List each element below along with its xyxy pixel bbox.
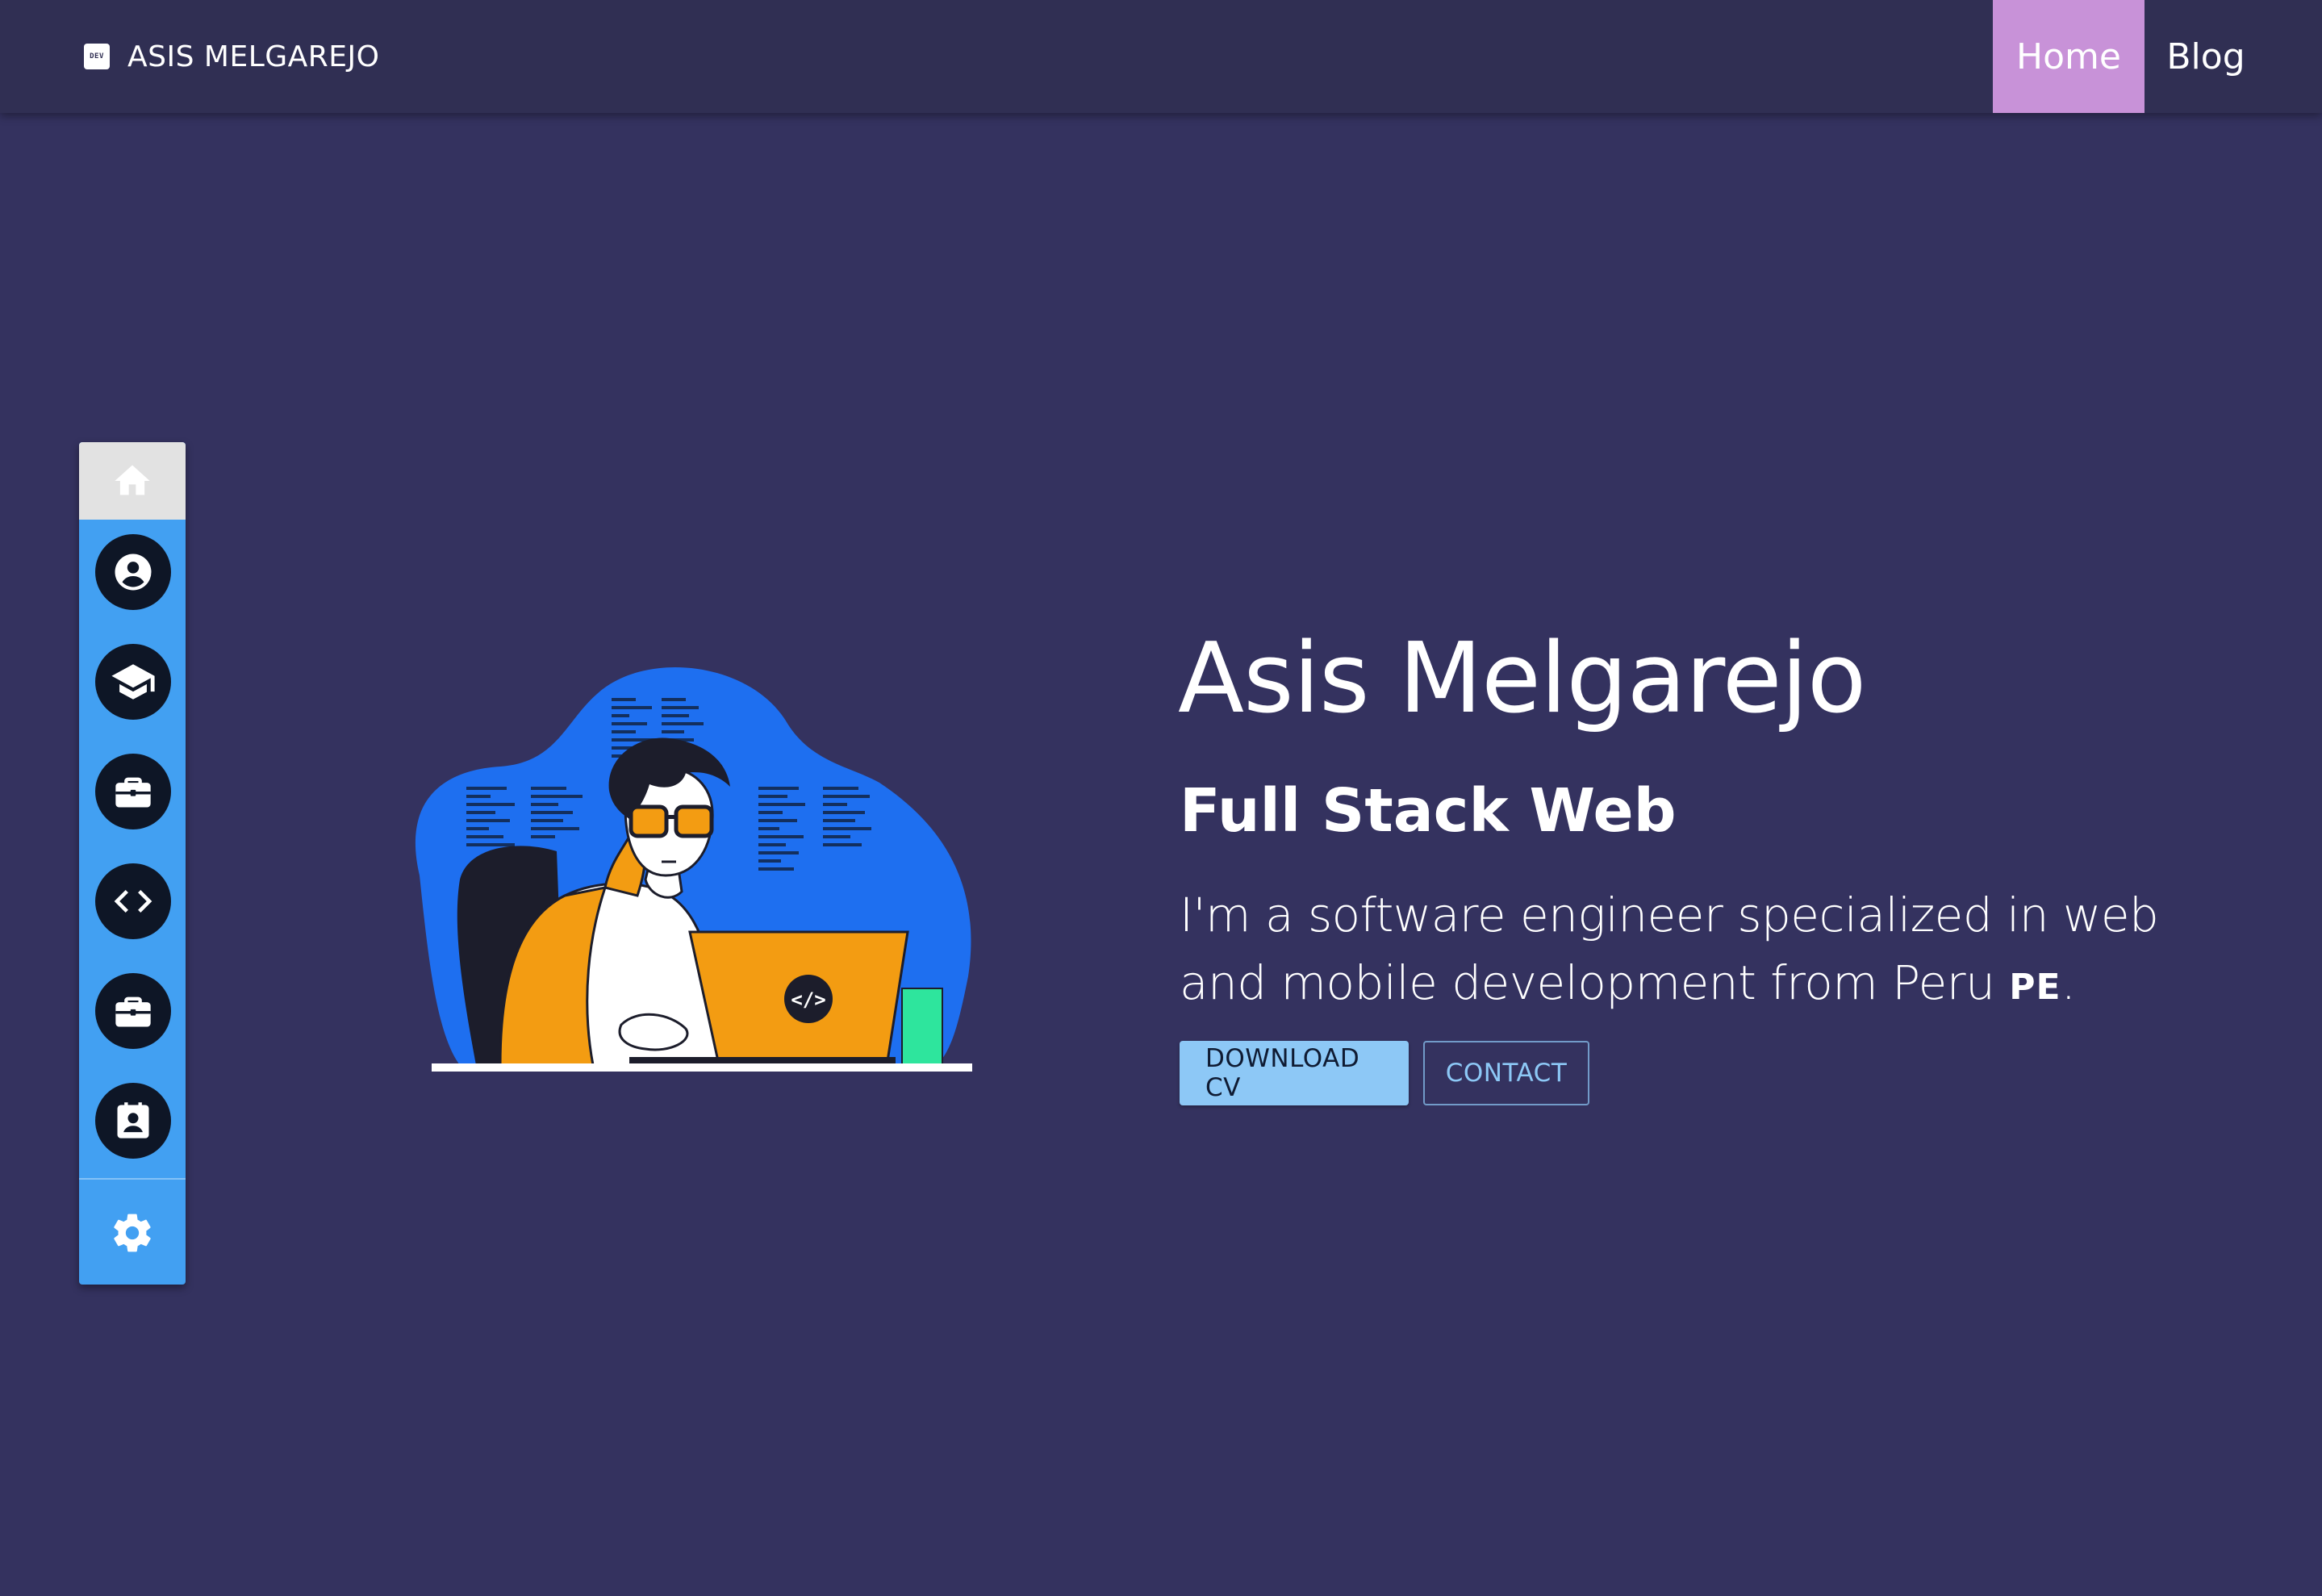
developer-illustration: </> — [403, 646, 984, 1073]
dev-logo-icon: DEV — [84, 44, 110, 69]
hero-role: Full Stack Web — [1180, 776, 1677, 846]
rail-education-button[interactable] — [95, 644, 171, 720]
brand[interactable]: DEV ASIS MELGAREJO — [84, 0, 380, 113]
hero-actions: DOWNLOAD CV CONTACT — [1180, 1041, 1589, 1105]
top-nav: Home Blog — [1993, 0, 2322, 113]
hero-description: I'm a software engineer specialized in w… — [1180, 881, 2220, 1022]
hero-name: Asis Melgarejo — [1178, 623, 1866, 735]
briefcase-icon — [115, 996, 151, 1027]
rail-settings-button[interactable] — [79, 1181, 186, 1285]
rail-projects-button[interactable] — [95, 863, 171, 939]
briefcase-icon — [115, 777, 151, 808]
rail-experience-button[interactable] — [95, 754, 171, 829]
brand-title: ASIS MELGAREJO — [127, 40, 380, 73]
code-icon — [114, 890, 152, 913]
rail-divider — [79, 1178, 186, 1180]
rail-work-button[interactable] — [95, 973, 171, 1049]
peru-flag-code: PE — [2009, 967, 2061, 1008]
contact-badge-icon — [117, 1102, 149, 1139]
rail-about-button[interactable] — [95, 534, 171, 610]
nav-blog[interactable]: Blog — [2145, 0, 2267, 113]
account-circle-icon — [115, 554, 152, 591]
laptop-code-glyph: </> — [791, 988, 825, 1011]
side-nav-rail — [79, 442, 186, 1285]
hero-description-end: . — [2061, 955, 2076, 1010]
graduation-cap-icon — [111, 664, 155, 700]
contact-button[interactable]: CONTACT — [1423, 1041, 1589, 1105]
nav-home[interactable]: Home — [1993, 0, 2145, 113]
app-bar: DEV ASIS MELGAREJO Home Blog — [0, 0, 2322, 113]
download-cv-button[interactable]: DOWNLOAD CV — [1180, 1041, 1409, 1105]
gear-icon — [114, 1214, 151, 1252]
rail-home-button[interactable] — [79, 442, 186, 520]
rail-contact-button[interactable] — [95, 1083, 171, 1159]
home-icon — [115, 465, 150, 495]
